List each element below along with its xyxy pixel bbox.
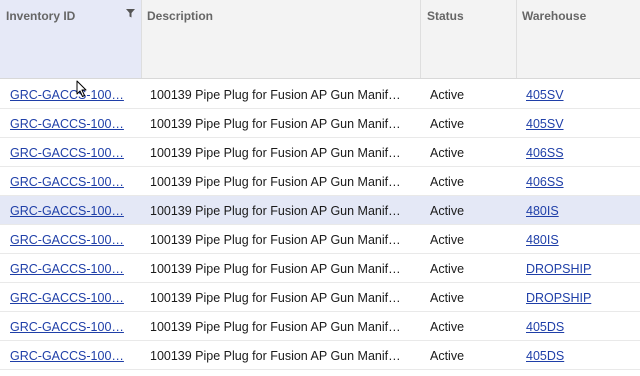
column-header-status[interactable]: Status bbox=[421, 0, 517, 78]
description-cell: 100139 Pipe Plug for Fusion AP Gun Manif… bbox=[150, 146, 401, 160]
inventory-grid: Inventory ID Description Status Warehous… bbox=[0, 0, 640, 376]
column-header-label: Status bbox=[427, 9, 464, 23]
warehouse-link[interactable]: 405SV bbox=[526, 109, 636, 137]
inventory-id-link[interactable]: GRC-GACCS-100… bbox=[10, 225, 132, 253]
warehouse-link[interactable]: 405SV bbox=[526, 80, 636, 108]
inventory-id-link[interactable]: GRC-GACCS-100… bbox=[10, 138, 132, 166]
status-cell: Active bbox=[430, 146, 465, 160]
description-cell: 100139 Pipe Plug for Fusion AP Gun Manif… bbox=[150, 175, 401, 189]
warehouse-link[interactable]: 406SS bbox=[526, 138, 636, 166]
inventory-id-link[interactable]: GRC-GACCS-100… bbox=[10, 80, 132, 108]
warehouse-link[interactable]: 480IS bbox=[526, 196, 636, 224]
status-cell: Active bbox=[430, 117, 465, 131]
warehouse-link[interactable]: DROPSHIP bbox=[526, 283, 636, 311]
description-cell: 100139 Pipe Plug for Fusion AP Gun Manif… bbox=[150, 349, 401, 363]
inventory-id-link[interactable]: GRC-GACCS-100… bbox=[10, 341, 132, 369]
column-header-label: Description bbox=[147, 9, 214, 23]
grid-header: Inventory ID Description Status Warehous… bbox=[0, 0, 640, 79]
table-row[interactable]: GRC-GACCS-100… 100139 Pipe Plug for Fusio… bbox=[0, 312, 640, 341]
description-cell: 100139 Pipe Plug for Fusion AP Gun Manif… bbox=[150, 204, 401, 218]
inventory-id-link[interactable]: GRC-GACCS-100… bbox=[10, 312, 132, 340]
table-row[interactable]: GRC-GACCS-100… 100139 Pipe Plug for Fusio… bbox=[0, 80, 640, 109]
table-row[interactable]: GRC-GACCS-100… 100139 Pipe Plug for Fusio… bbox=[0, 225, 640, 254]
filter-icon[interactable] bbox=[126, 9, 135, 18]
inventory-id-link[interactable]: GRC-GACCS-100… bbox=[10, 109, 132, 137]
status-cell: Active bbox=[430, 291, 465, 305]
description-cell: 100139 Pipe Plug for Fusion AP Gun Manif… bbox=[150, 117, 401, 131]
description-cell: 100139 Pipe Plug for Fusion AP Gun Manif… bbox=[150, 233, 401, 247]
table-row[interactable]: GRC-GACCS-100… 100139 Pipe Plug for Fusio… bbox=[0, 138, 640, 167]
status-cell: Active bbox=[430, 349, 465, 363]
status-cell: Active bbox=[430, 204, 465, 218]
inventory-id-link[interactable]: GRC-GACCS-100… bbox=[10, 254, 132, 282]
status-cell: Active bbox=[430, 320, 465, 334]
warehouse-link[interactable]: 406SS bbox=[526, 167, 636, 195]
warehouse-link[interactable]: 480IS bbox=[526, 225, 636, 253]
table-row[interactable]: GRC-GACCS-100… 100139 Pipe Plug for Fusio… bbox=[0, 196, 640, 225]
status-cell: Active bbox=[430, 262, 465, 276]
warehouse-link[interactable]: 405DS bbox=[526, 341, 636, 369]
table-row[interactable]: GRC-GACCS-100… 100139 Pipe Plug for Fusio… bbox=[0, 167, 640, 196]
description-cell: 100139 Pipe Plug for Fusion AP Gun Manif… bbox=[150, 88, 401, 102]
warehouse-link[interactable]: 405DS bbox=[526, 312, 636, 340]
status-cell: Active bbox=[430, 233, 465, 247]
description-cell: 100139 Pipe Plug for Fusion AP Gun Manif… bbox=[150, 320, 401, 334]
table-row[interactable]: GRC-GACCS-100… 100139 Pipe Plug for Fusio… bbox=[0, 109, 640, 138]
status-cell: Active bbox=[430, 175, 465, 189]
column-header-label: Inventory ID bbox=[6, 9, 76, 23]
inventory-id-link[interactable]: GRC-GACCS-100… bbox=[10, 196, 132, 224]
column-header-label: Warehouse bbox=[522, 9, 587, 23]
inventory-id-link[interactable]: GRC-GACCS-100… bbox=[10, 283, 132, 311]
column-header-warehouse[interactable]: Warehouse bbox=[517, 0, 640, 78]
column-header-description[interactable]: Description bbox=[142, 0, 421, 78]
column-header-inventory-id[interactable]: Inventory ID bbox=[0, 0, 142, 78]
table-row[interactable]: GRC-GACCS-100… 100139 Pipe Plug for Fusio… bbox=[0, 254, 640, 283]
table-row[interactable]: GRC-GACCS-100… 100139 Pipe Plug for Fusio… bbox=[0, 283, 640, 312]
inventory-id-link[interactable]: GRC-GACCS-100… bbox=[10, 167, 132, 195]
status-cell: Active bbox=[430, 88, 465, 102]
description-cell: 100139 Pipe Plug for Fusion AP Gun Manif… bbox=[150, 262, 401, 276]
warehouse-link[interactable]: DROPSHIP bbox=[526, 254, 636, 282]
table-row[interactable]: GRC-GACCS-100… 100139 Pipe Plug for Fusio… bbox=[0, 341, 640, 370]
description-cell: 100139 Pipe Plug for Fusion AP Gun Manif… bbox=[150, 291, 401, 305]
